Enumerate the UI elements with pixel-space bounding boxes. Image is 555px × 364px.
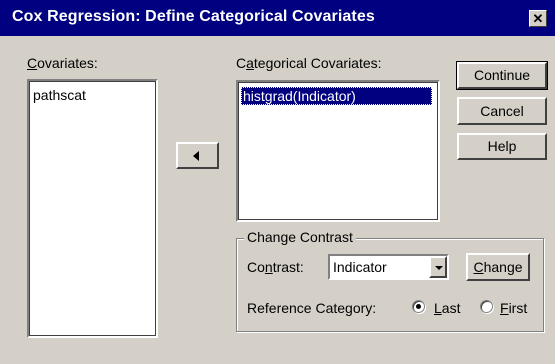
radio-first[interactable]: [480, 300, 493, 313]
radio-last[interactable]: [412, 300, 425, 313]
change-contrast-group-label: Change Contrast: [244, 229, 356, 245]
title-bar[interactable]: Cox Regression: Define Categorical Covar…: [0, 0, 555, 36]
dialog-title: Cox Regression: Define Categorical Covar…: [12, 8, 375, 25]
contrast-dropdown[interactable]: Indicator: [328, 254, 449, 280]
radio-selected-dot: [416, 304, 421, 309]
continue-button[interactable]: Continue: [456, 61, 548, 90]
triangle-left-icon: [193, 151, 199, 161]
close-icon: ✕: [532, 11, 544, 26]
covariate-item-pathscat[interactable]: pathscat: [33, 87, 86, 103]
move-back-button[interactable]: [176, 142, 219, 169]
dropdown-button[interactable]: [429, 256, 447, 278]
contrast-value: Indicator: [333, 259, 387, 275]
cancel-button[interactable]: Cancel: [457, 97, 547, 125]
chevron-down-icon: [435, 266, 443, 270]
help-button[interactable]: Help: [457, 133, 547, 160]
radio-first-label[interactable]: First: [500, 300, 527, 316]
cox-regression-define-categorical-dialog: Cox Regression: Define Categorical Covar…: [0, 0, 555, 364]
reference-category-label: Reference Category:: [247, 300, 377, 316]
change-button[interactable]: Change: [466, 253, 530, 281]
covariates-label: Covariates:: [27, 55, 98, 71]
radio-last-label[interactable]: Last: [434, 300, 460, 316]
contrast-label: Contrast:: [247, 259, 304, 275]
categorical-item-histgrad[interactable]: histgrad(Indicator): [241, 87, 432, 105]
close-button[interactable]: ✕: [529, 10, 547, 27]
categorical-covariates-label: Categorical Covariates:: [236, 55, 382, 71]
covariates-listbox[interactable]: pathscat: [27, 79, 158, 338]
categorical-covariates-listbox[interactable]: histgrad(Indicator): [236, 80, 440, 222]
